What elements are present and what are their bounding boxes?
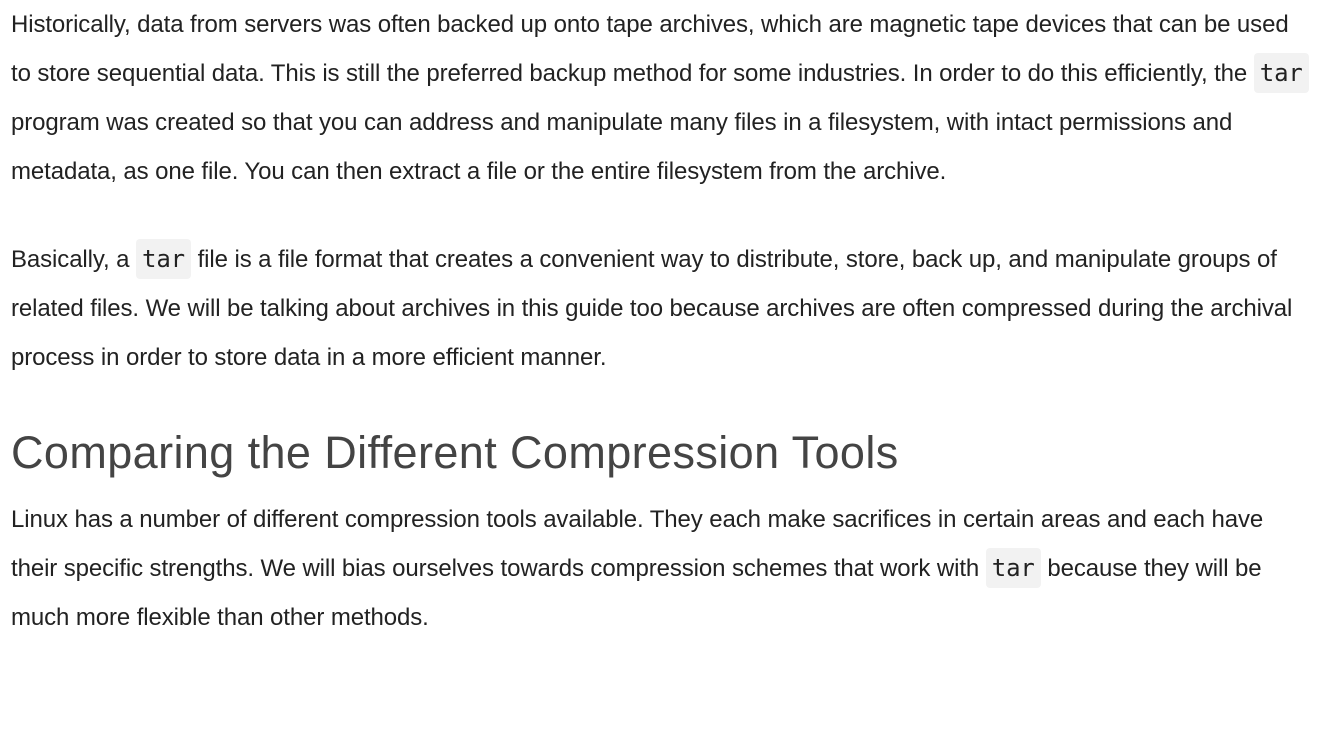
inline-code-tar: tar [1253,53,1309,93]
paragraph-tape-archives: Historically, data from servers was ofte… [11,0,1312,196]
section-heading: Comparing the Different Compression Tool… [11,427,899,478]
paragraph-compression-tools: Linux has a number of different compress… [11,495,1312,642]
paragraph-tar-format: Basically, a tar file is a file format t… [11,235,1312,382]
paragraph-text: file is a file format that creates a con… [11,246,1293,371]
inline-code-tar: tar [135,239,192,279]
paragraph-text: program was created so that you can addr… [11,109,1233,185]
paragraph-text: Historically, data from servers was ofte… [11,11,1289,87]
inline-code-tar: tar [985,548,1041,588]
article-body: Historically, data from servers was ofte… [0,0,1326,642]
paragraph-text: Basically, a [11,246,136,273]
